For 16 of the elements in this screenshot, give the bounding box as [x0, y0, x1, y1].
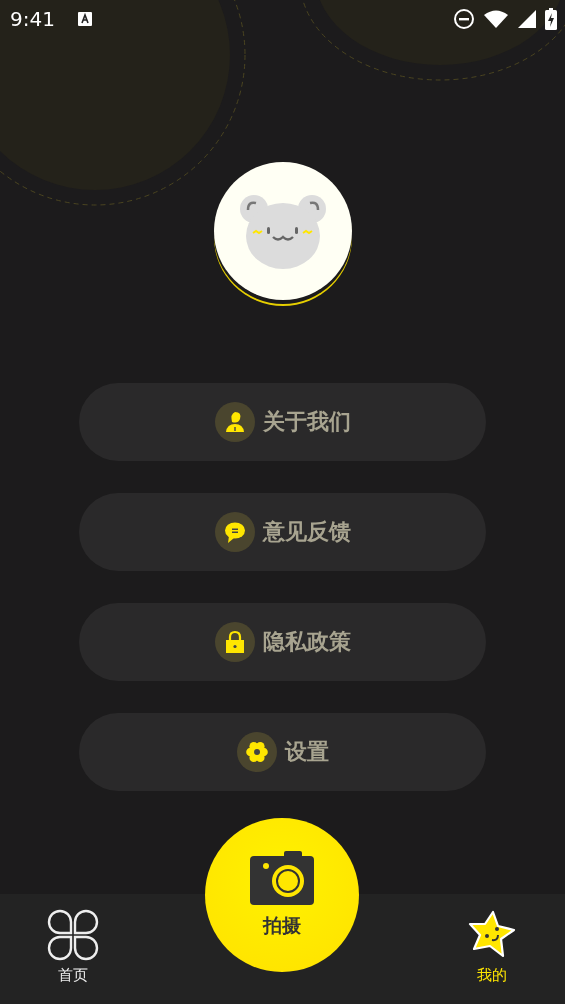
menu-button[interactable]: 意见反馈 — [79, 493, 486, 571]
do-not-disturb-icon — [453, 8, 475, 30]
menu-button[interactable]: 设置 — [79, 713, 486, 791]
wifi-icon — [483, 9, 509, 29]
chat-bubble-icon — [222, 520, 247, 544]
camera-icon — [250, 851, 314, 907]
gear-icon — [244, 740, 269, 764]
status-time: 9:41 — [10, 7, 55, 31]
signal-icon — [517, 9, 537, 29]
nav-tab[interactable]: 我的 — [465, 908, 519, 985]
clover-icon — [46, 908, 100, 962]
nav-tab[interactable]: 首页 — [46, 908, 100, 985]
battery-icon — [545, 8, 557, 30]
menu-button[interactable]: 隐私政策 — [79, 603, 486, 681]
capture-button[interactable]: 拍摄 — [205, 818, 359, 972]
menu-button[interactable]: 关于我们 — [79, 383, 486, 461]
